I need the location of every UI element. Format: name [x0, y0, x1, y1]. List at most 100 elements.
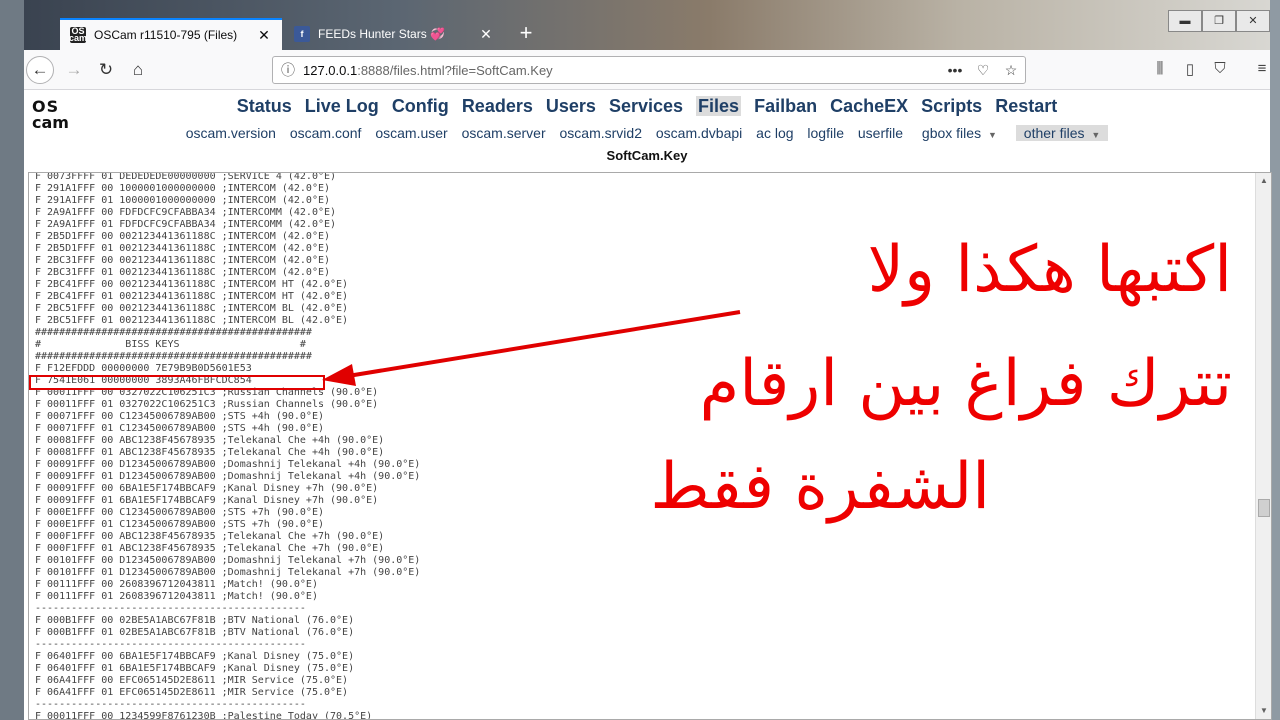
- menu-restart[interactable]: Restart: [995, 96, 1057, 116]
- url-text[interactable]: 127.0.0.1:8888/files.html?file=SoftCam.K…: [303, 63, 941, 78]
- file-line: F 291A1FFF 00 1000001000000000 ;INTERCOM…: [35, 183, 331, 194]
- menu-config[interactable]: Config: [392, 96, 449, 116]
- hamburger-menu-icon[interactable]: ≡: [1250, 60, 1274, 80]
- file-line: F 000E1FFF 01 C12345006789AB00 ;STS +7h …: [35, 519, 324, 530]
- menu-scripts[interactable]: Scripts: [921, 96, 982, 116]
- url-bar[interactable]: ⓘ 127.0.0.1:8888/files.html?file=SoftCam…: [272, 56, 1026, 84]
- file-link-oscam-dvbapi[interactable]: oscam.dvbapi: [656, 125, 742, 141]
- file-line: F 2BC51FFF 00 002123441361188C ;INTERCOM…: [35, 303, 349, 314]
- annotation-text-line3: الشفرة فقط: [650, 450, 990, 524]
- file-line: F 2BC41FFF 01 002123441361188C ;INTERCOM…: [35, 291, 349, 302]
- menu-status[interactable]: Status: [237, 96, 292, 116]
- arrow-left-icon: ←: [31, 60, 49, 79]
- file-link-oscam-conf[interactable]: oscam.conf: [290, 125, 362, 141]
- new-tab-button[interactable]: +: [512, 20, 540, 48]
- url-path: :8888/files.html?file=SoftCam.Key: [357, 62, 553, 78]
- file-line: F 000B1FFF 01 02BE5A1ABC67F81B ;BTV Nati…: [35, 627, 355, 638]
- file-line: F 000F1FFF 00 ABC1238F45678935 ;Telekana…: [35, 531, 385, 542]
- tab-oscam-files[interactable]: OS cam OSCam r11510-795 (Files) ✕: [60, 18, 282, 50]
- file-link-other-files[interactable]: other files ▼: [1015, 125, 1109, 141]
- minimize-button[interactable]: ▬: [1168, 10, 1202, 32]
- file-line: F 2A9A1FFF 00 FDFDCFC9CFABBA34 ;INTERCOM…: [35, 207, 337, 218]
- url-host: 127.0.0.1: [303, 62, 358, 78]
- file-line: # BISS KEYS #: [35, 339, 306, 350]
- close-tab-icon[interactable]: ✕: [478, 26, 494, 43]
- forward-button[interactable]: →: [60, 56, 88, 84]
- file-line: F 06A41FFF 00 EFC065145D2E8611 ;MIR Serv…: [35, 675, 349, 686]
- file-link-oscam-srvid2[interactable]: oscam.srvid2: [560, 125, 642, 141]
- scroll-up-icon[interactable]: ▲: [1256, 173, 1271, 189]
- file-line: F 00101FFF 00 D12345006789AB00 ;Domashni…: [35, 555, 421, 566]
- tab-title: FEEDs Hunter Stars 💞: [318, 27, 445, 41]
- sidebar-icon[interactable]: ▯: [1178, 60, 1202, 80]
- reload-button[interactable]: ↻: [92, 56, 120, 84]
- file-line: F 2BC51FFF 01 002123441361188C ;INTERCOM…: [35, 315, 349, 326]
- arrow-right-icon: →: [65, 60, 83, 79]
- file-line: F F12EFDDD 00000000 7E79B9B0D5601E53: [35, 363, 252, 374]
- file-line: ----------------------------------------…: [35, 699, 306, 710]
- main-menu: Status Live Log Config Readers Users Ser…: [24, 96, 1270, 117]
- menu-users[interactable]: Users: [546, 96, 596, 116]
- close-window-button[interactable]: ✕: [1236, 10, 1270, 32]
- file-line: F 06401FFF 00 6BA1E5F174BBCAF9 ;Kanal Di…: [35, 651, 355, 662]
- menu-readers[interactable]: Readers: [462, 96, 533, 116]
- menu-files[interactable]: Files: [696, 96, 742, 116]
- bookmark-star-icon[interactable]: ☆: [997, 62, 1025, 79]
- menu-services[interactable]: Services: [609, 96, 683, 116]
- file-line: F 00011FFF 00 1234599F8761230B ;Palestin…: [35, 711, 373, 720]
- menu-live-log[interactable]: Live Log: [305, 96, 379, 116]
- file-line: F 000B1FFF 00 02BE5A1ABC67F81B ;BTV Nati…: [35, 615, 355, 626]
- dropdown-caret-icon: ▼: [987, 130, 997, 140]
- pocket-icon[interactable]: ♡: [969, 62, 997, 79]
- file-link-logfile[interactable]: logfile: [807, 125, 844, 141]
- file-line: ########################################…: [35, 351, 312, 362]
- dropdown-caret-icon: ▼: [1091, 130, 1101, 140]
- page-actions-icon[interactable]: •••: [941, 62, 969, 78]
- maximize-button[interactable]: ❐: [1202, 10, 1236, 32]
- file-line: F 06A41FFF 01 EFC065145D2E8611 ;MIR Serv…: [35, 687, 349, 698]
- back-button[interactable]: ←: [26, 56, 54, 84]
- reload-icon: ↻: [98, 60, 114, 79]
- file-line: F 2B5D1FFF 01 002123441361188C ;INTERCOM…: [35, 243, 331, 254]
- shield-icon[interactable]: ⛉: [1208, 60, 1232, 80]
- home-button[interactable]: ⌂: [124, 56, 152, 84]
- file-line: F 00071FFF 01 C12345006789AB00 ;STS +4h …: [35, 423, 324, 434]
- annotation-text-line2: تترك فراغ بين ارقام: [699, 347, 1232, 421]
- file-line: F 00111FFF 00 2608396712043811 ;Match! (…: [35, 579, 318, 590]
- navigation-bar: ← → ↻ ⌂ ⓘ 127.0.0.1:8888/files.html?file…: [24, 50, 1270, 90]
- tab-feeds-hunter[interactable]: f FEEDs Hunter Stars 💞 ✕: [284, 18, 504, 50]
- file-line: F 2BC41FFF 00 002123441361188C ;INTERCOM…: [35, 279, 349, 290]
- annotation-text-line1: اكتبها هكذا ولا: [867, 233, 1232, 307]
- menu-cacheex[interactable]: CacheEX: [830, 96, 908, 116]
- file-line: F 2BC31FFF 01 002123441361188C ;INTERCOM…: [35, 267, 331, 278]
- scrollbar-thumb[interactable]: [1258, 499, 1270, 517]
- file-link-gbox-files[interactable]: gbox files ▼: [917, 125, 1002, 141]
- file-link-userfile[interactable]: userfile: [858, 125, 903, 141]
- file-line: F 2B5D1FFF 00 002123441361188C ;INTERCOM…: [35, 231, 331, 242]
- desktop-background-left: [0, 0, 24, 720]
- scroll-down-icon[interactable]: ▼: [1256, 703, 1271, 719]
- file-line: F 06401FFF 01 6BA1E5F174BBCAF9 ;Kanal Di…: [35, 663, 355, 674]
- tab-title: OSCam r11510-795 (Files): [94, 28, 238, 42]
- tab-strip: OS cam OSCam r11510-795 (Files) ✕ f FEEDs…: [24, 0, 1270, 50]
- menu-failban[interactable]: Failban: [754, 96, 817, 116]
- file-line: F 291A1FFF 01 1000001000000000 ;INTERCOM…: [35, 195, 331, 206]
- window-controls: ▬ ❐ ✕: [1168, 10, 1270, 32]
- file-line: ----------------------------------------…: [35, 639, 306, 650]
- file-line: F 2BC31FFF 00 002123441361188C ;INTERCOM…: [35, 255, 331, 266]
- file-line: F 0073FFFF 01 DEDEDEDE00000000 ;SERVICE …: [35, 172, 337, 182]
- file-link-oscam-version[interactable]: oscam.version: [186, 125, 276, 141]
- facebook-favicon-icon: f: [294, 26, 310, 42]
- file-title: SoftCam.Key: [606, 148, 688, 163]
- file-link-ac-log[interactable]: ac log: [756, 125, 793, 141]
- info-icon[interactable]: ⓘ: [273, 60, 303, 80]
- file-line: F 000F1FFF 01 ABC1238F45678935 ;Telekana…: [35, 543, 385, 554]
- vertical-scrollbar[interactable]: ▲ ▼: [1255, 173, 1271, 719]
- close-tab-icon[interactable]: ✕: [256, 27, 272, 44]
- file-line: F 00111FFF 01 2608396712043811 ;Match! (…: [35, 591, 318, 602]
- file-line: F 00101FFF 01 D12345006789AB00 ;Domashni…: [35, 567, 421, 578]
- file-link-oscam-user[interactable]: oscam.user: [375, 125, 447, 141]
- library-icon[interactable]: ⫼: [1148, 60, 1172, 80]
- file-link-oscam-server[interactable]: oscam.server: [462, 125, 546, 141]
- file-line: F 00071FFF 00 C12345006789AB00 ;STS +4h …: [35, 411, 324, 422]
